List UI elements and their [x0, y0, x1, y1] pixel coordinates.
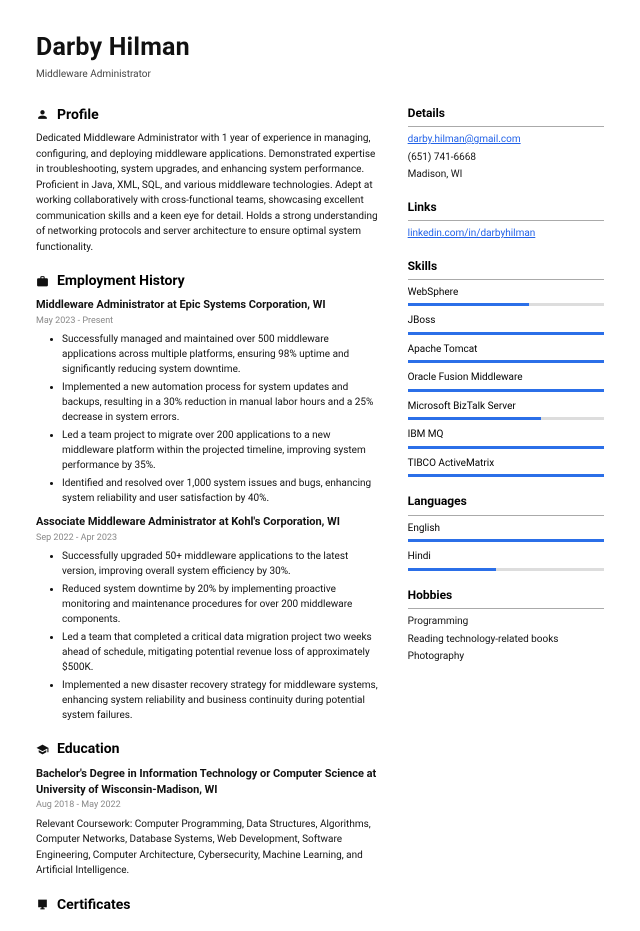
employment-section: Employment History Middleware Administra… [36, 271, 380, 723]
job-bullet: Led a team that completed a critical dat… [62, 630, 380, 675]
language: Hindi [408, 550, 604, 571]
skill-name: TIBCO ActiveMatrix [408, 457, 604, 472]
skills-section: Skills WebSphere JBoss Apache Tomcat Oracle… [408, 258, 604, 478]
skill-name: IBM MQ [408, 428, 604, 443]
skill-bar-fill [408, 360, 604, 363]
links-head: Links [408, 199, 604, 221]
job-title: Associate Middleware Administrator at Ko… [36, 514, 380, 530]
job-bullets: Successfully upgraded 50+ middleware app… [36, 549, 380, 723]
language: English [408, 522, 604, 543]
education-desc: Relevant Coursework: Computer Programmin… [36, 817, 380, 879]
languages-head: Languages [408, 493, 604, 515]
skill: Apache Tomcat [408, 343, 604, 364]
hobbies-head: Hobbies [408, 587, 604, 609]
details-head: Details [408, 105, 604, 127]
education-title: Bachelor's Degree in Information Technol… [36, 766, 380, 798]
job-bullet: Led a team project to migrate over 200 a… [62, 428, 380, 473]
skill-name: Oracle Fusion Middleware [408, 371, 604, 386]
skill-bar-fill [408, 303, 530, 306]
skill-bar [408, 389, 604, 392]
job-entry: Middleware Administrator at Epic Systems… [36, 297, 380, 506]
language-bar-fill [408, 539, 604, 542]
skill-bar-fill [408, 474, 604, 477]
main-column: Profile Dedicated Middleware Administrat… [36, 105, 380, 931]
job-bullet: Identified and resolved over 1,000 syste… [62, 476, 380, 506]
person-icon [36, 108, 49, 121]
skill-bar-fill [408, 417, 542, 420]
skills-head: Skills [408, 258, 604, 280]
phone: (651) 741-6668 [408, 151, 604, 166]
skill-bar [408, 474, 604, 477]
skill-name: Microsoft BizTalk Server [408, 400, 604, 415]
profile-section: Profile Dedicated Middleware Administrat… [36, 105, 380, 255]
job-bullet: Implemented a new disaster recovery stra… [62, 678, 380, 723]
hobby-item: Photography [408, 650, 604, 665]
skill: Oracle Fusion Middleware [408, 371, 604, 392]
skill-bar-fill [408, 332, 604, 335]
education-dates: Aug 2018 - May 2022 [36, 799, 380, 812]
hobbies-section: Hobbies Programming Reading technology-re… [408, 587, 604, 665]
language-bar [408, 568, 604, 571]
education-entry: Bachelor's Degree in Information Technol… [36, 766, 380, 879]
language-bar-fill [408, 568, 496, 571]
skill-name: WebSphere [408, 286, 604, 301]
language-bar [408, 539, 604, 542]
language-name: English [408, 522, 604, 537]
hobby-item: Reading technology-related books [408, 633, 604, 648]
side-column: Details darby.hilman@gmail.com (651) 741… [408, 105, 604, 931]
job-dates: Sep 2022 - Apr 2023 [36, 532, 380, 545]
links-section: Links linkedin.com/in/darbyhilman [408, 199, 604, 242]
language-name: Hindi [408, 550, 604, 565]
profile-head: Profile [36, 105, 380, 125]
skill-bar [408, 303, 604, 306]
location: Madison, WI [408, 168, 604, 183]
job-bullet: Successfully upgraded 50+ middleware app… [62, 549, 380, 579]
languages-section: Languages English Hindi [408, 493, 604, 570]
skill-bar [408, 332, 604, 335]
skill-bar [408, 417, 604, 420]
briefcase-icon [36, 275, 49, 288]
details-section: Details darby.hilman@gmail.com (651) 741… [408, 105, 604, 183]
skill-bar-fill [408, 446, 604, 449]
skill-bar [408, 446, 604, 449]
header: Darby Hilman Middleware Administrator [36, 30, 604, 83]
job-dates: May 2023 - Present [36, 315, 380, 328]
linkedin-link[interactable]: linkedin.com/in/darbyhilman [408, 228, 536, 239]
graduation-cap-icon [36, 743, 49, 756]
education-head: Education [36, 739, 380, 759]
skill-bar [408, 360, 604, 363]
skill-name: Apache Tomcat [408, 343, 604, 358]
profile-text: Dedicated Middleware Administrator with … [36, 131, 380, 255]
skill: Microsoft BizTalk Server [408, 400, 604, 421]
email-link[interactable]: darby.hilman@gmail.com [408, 134, 521, 145]
role: Middleware Administrator [36, 68, 604, 83]
skill: IBM MQ [408, 428, 604, 449]
skill: TIBCO ActiveMatrix [408, 457, 604, 478]
skill: JBoss [408, 314, 604, 335]
hobby-item: Programming [408, 615, 604, 630]
job-bullet: Implemented a new automation process for… [62, 380, 380, 425]
job-bullet: Reduced system downtime by 20% by implem… [62, 582, 380, 627]
skill: WebSphere [408, 286, 604, 307]
job-title: Middleware Administrator at Epic Systems… [36, 297, 380, 313]
name: Darby Hilman [36, 30, 604, 66]
job-entry: Associate Middleware Administrator at Ko… [36, 514, 380, 723]
skill-bar-fill [408, 389, 604, 392]
job-bullet: Successfully managed and maintained over… [62, 332, 380, 377]
job-bullets: Successfully managed and maintained over… [36, 332, 380, 506]
employment-head: Employment History [36, 271, 380, 291]
content: Profile Dedicated Middleware Administrat… [36, 105, 604, 931]
skill-name: JBoss [408, 314, 604, 329]
education-section: Education Bachelor's Degree in Informati… [36, 739, 380, 878]
